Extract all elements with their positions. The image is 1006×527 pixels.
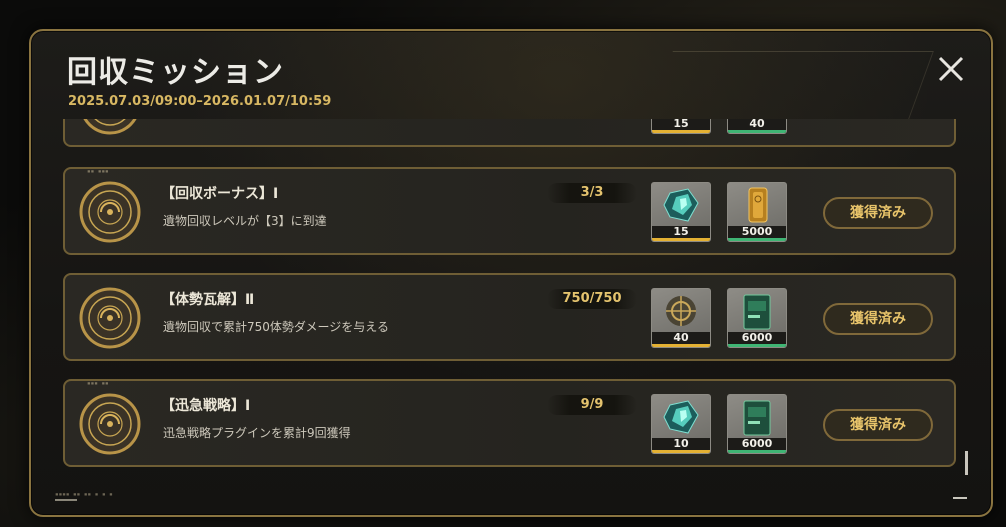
reward-quantity: 15 <box>652 226 710 241</box>
card-tag-deco: ▪▪▪ ▪▪ <box>87 380 109 387</box>
reward-quantity: 40 <box>728 119 786 133</box>
card-tag-deco: ▪▪ ▪▪▪ <box>87 168 109 175</box>
reward-item[interactable]: 6000 <box>727 394 787 454</box>
corner-decoration <box>953 497 967 499</box>
page-title: 回収ミッション <box>67 55 284 90</box>
mission-title: 【体勢瓦解】Ⅱ <box>161 292 255 308</box>
reward-quantity: 40 <box>652 332 710 347</box>
medal-icon <box>83 119 137 135</box>
event-period: 2025.07.03/09:00–2026.01.07/10:59 <box>68 94 332 109</box>
claim-status-button[interactable]: 獲得済み <box>823 197 933 229</box>
reward-quantity: 10 <box>652 438 710 453</box>
reward-quantity: 15 <box>652 119 710 133</box>
crystal-icon <box>663 188 699 222</box>
mission-progress: 750/750 <box>547 289 637 309</box>
plugin-card-icon <box>743 400 771 436</box>
claim-status-button[interactable]: 獲得済み <box>823 303 933 335</box>
reward-item[interactable]: 15 <box>651 119 711 134</box>
reward-item[interactable]: 15 <box>651 182 711 242</box>
reward-item[interactable]: 10 <box>651 394 711 454</box>
footer-line <box>55 499 77 501</box>
medal-icon <box>79 287 141 349</box>
close-icon[interactable] <box>931 49 971 89</box>
relic-emblem-icon <box>666 296 696 326</box>
claim-status-button[interactable]: 獲得済み <box>823 409 933 441</box>
reward-quantity: 6000 <box>728 438 786 453</box>
mission-card: 15 40 <box>63 119 956 147</box>
crystal-icon <box>663 400 699 434</box>
mission-list[interactable]: 15 40 ▪▪ ▪▪▪ 【回収ボーナス】Ⅰ 遺物回収レベルが【3】に到達 3/… <box>31 119 989 479</box>
mission-title: 【回収ボーナス】Ⅰ <box>161 186 279 202</box>
mission-progress: 9/9 <box>547 395 637 415</box>
reward-quantity: 5000 <box>728 226 786 241</box>
mission-description: 遺物回収レベルが【3】に到達 <box>163 214 327 228</box>
gold-bar-icon <box>748 187 768 223</box>
medal-icon <box>79 181 141 243</box>
mission-panel: 回収ミッション 2025.07.03/09:00–2026.01.07/10:5… <box>29 29 993 517</box>
mission-title: 【迅急戦略】Ⅰ <box>161 398 251 414</box>
panel-decoration <box>647 51 934 122</box>
mission-description: 遺物回収で累計750体勢ダメージを与える <box>163 320 389 334</box>
mission-card: 【体勢瓦解】Ⅱ 遺物回収で累計750体勢ダメージを与える 750/750 40 <box>63 273 956 361</box>
mission-progress: 3/3 <box>547 183 637 203</box>
plugin-card-icon <box>743 294 771 330</box>
mission-card: ▪▪▪ ▪▪ 【迅急戦略】Ⅰ 迅急戦略プラグインを累計9回獲得 9/9 10 6… <box>63 379 956 467</box>
footer-decoration: ▪▪▪▪ ▪▪ ▪▪ ▪ ▪ ▪ <box>55 491 113 498</box>
reward-item[interactable]: 6000 <box>727 288 787 348</box>
scrollbar-thumb[interactable] <box>965 451 968 475</box>
reward-quantity: 6000 <box>728 332 786 347</box>
mission-description: 迅急戦略プラグインを累計9回獲得 <box>163 426 351 440</box>
reward-item[interactable]: 40 <box>727 119 787 134</box>
reward-item[interactable]: 5000 <box>727 182 787 242</box>
mission-card: ▪▪ ▪▪▪ 【回収ボーナス】Ⅰ 遺物回収レベルが【3】に到達 3/3 15 5… <box>63 167 956 255</box>
medal-icon <box>79 393 141 455</box>
reward-item[interactable]: 40 <box>651 288 711 348</box>
